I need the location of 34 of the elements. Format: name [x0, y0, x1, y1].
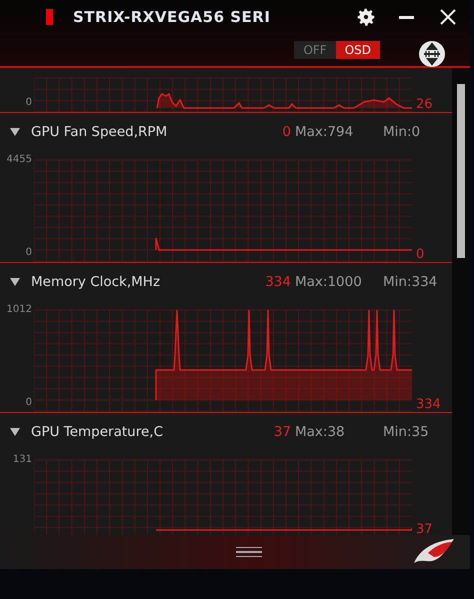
collapse-icon[interactable] [10, 428, 22, 436]
max-value: Max:38 [295, 424, 346, 440]
monitor-title: GPU Fan Speed,RPM [31, 124, 168, 140]
current-reading: 37 [416, 522, 433, 535]
min-value: Min:0 [383, 124, 420, 140]
current-reading: 334 [416, 397, 441, 412]
axis-label: 1012 [6, 304, 32, 315]
logo-mark-icon [46, 9, 53, 25]
collapse-icon[interactable] [10, 128, 22, 136]
min-value: Min:35 [383, 424, 429, 440]
axis-label: 0 [26, 397, 32, 408]
axis-label: 131 [12, 454, 32, 465]
close-icon[interactable] [440, 9, 456, 25]
axis-label: 4455 [6, 154, 32, 165]
monitor-title: Memory Clock,MHz [31, 274, 162, 290]
minimize-button[interactable] [399, 16, 414, 18]
current-reading: 0 [416, 247, 424, 262]
window-title: STRIX-RXVEGA56 SERI [73, 8, 272, 26]
current-value: 37 [272, 424, 291, 440]
osd-toggle-option[interactable]: OSD [336, 41, 380, 59]
move-icon[interactable] [418, 40, 446, 68]
current-value: 0 [281, 124, 291, 140]
axis-label: 0 [26, 97, 32, 108]
monitor-title: GPU Temperature,C [31, 424, 164, 440]
current-reading: 26 [416, 97, 433, 112]
collapse-icon[interactable] [10, 278, 22, 286]
max-value: Max:794 [295, 124, 354, 140]
max-value: Max:1000 [295, 274, 363, 290]
min-value: Min:334 [383, 274, 438, 290]
current-value: 334 [264, 274, 291, 290]
settings-icon[interactable] [355, 6, 377, 28]
menu-icon[interactable] [236, 546, 262, 558]
scrollbar-thumb[interactable] [457, 84, 465, 258]
axis-label: 0 [26, 247, 32, 258]
